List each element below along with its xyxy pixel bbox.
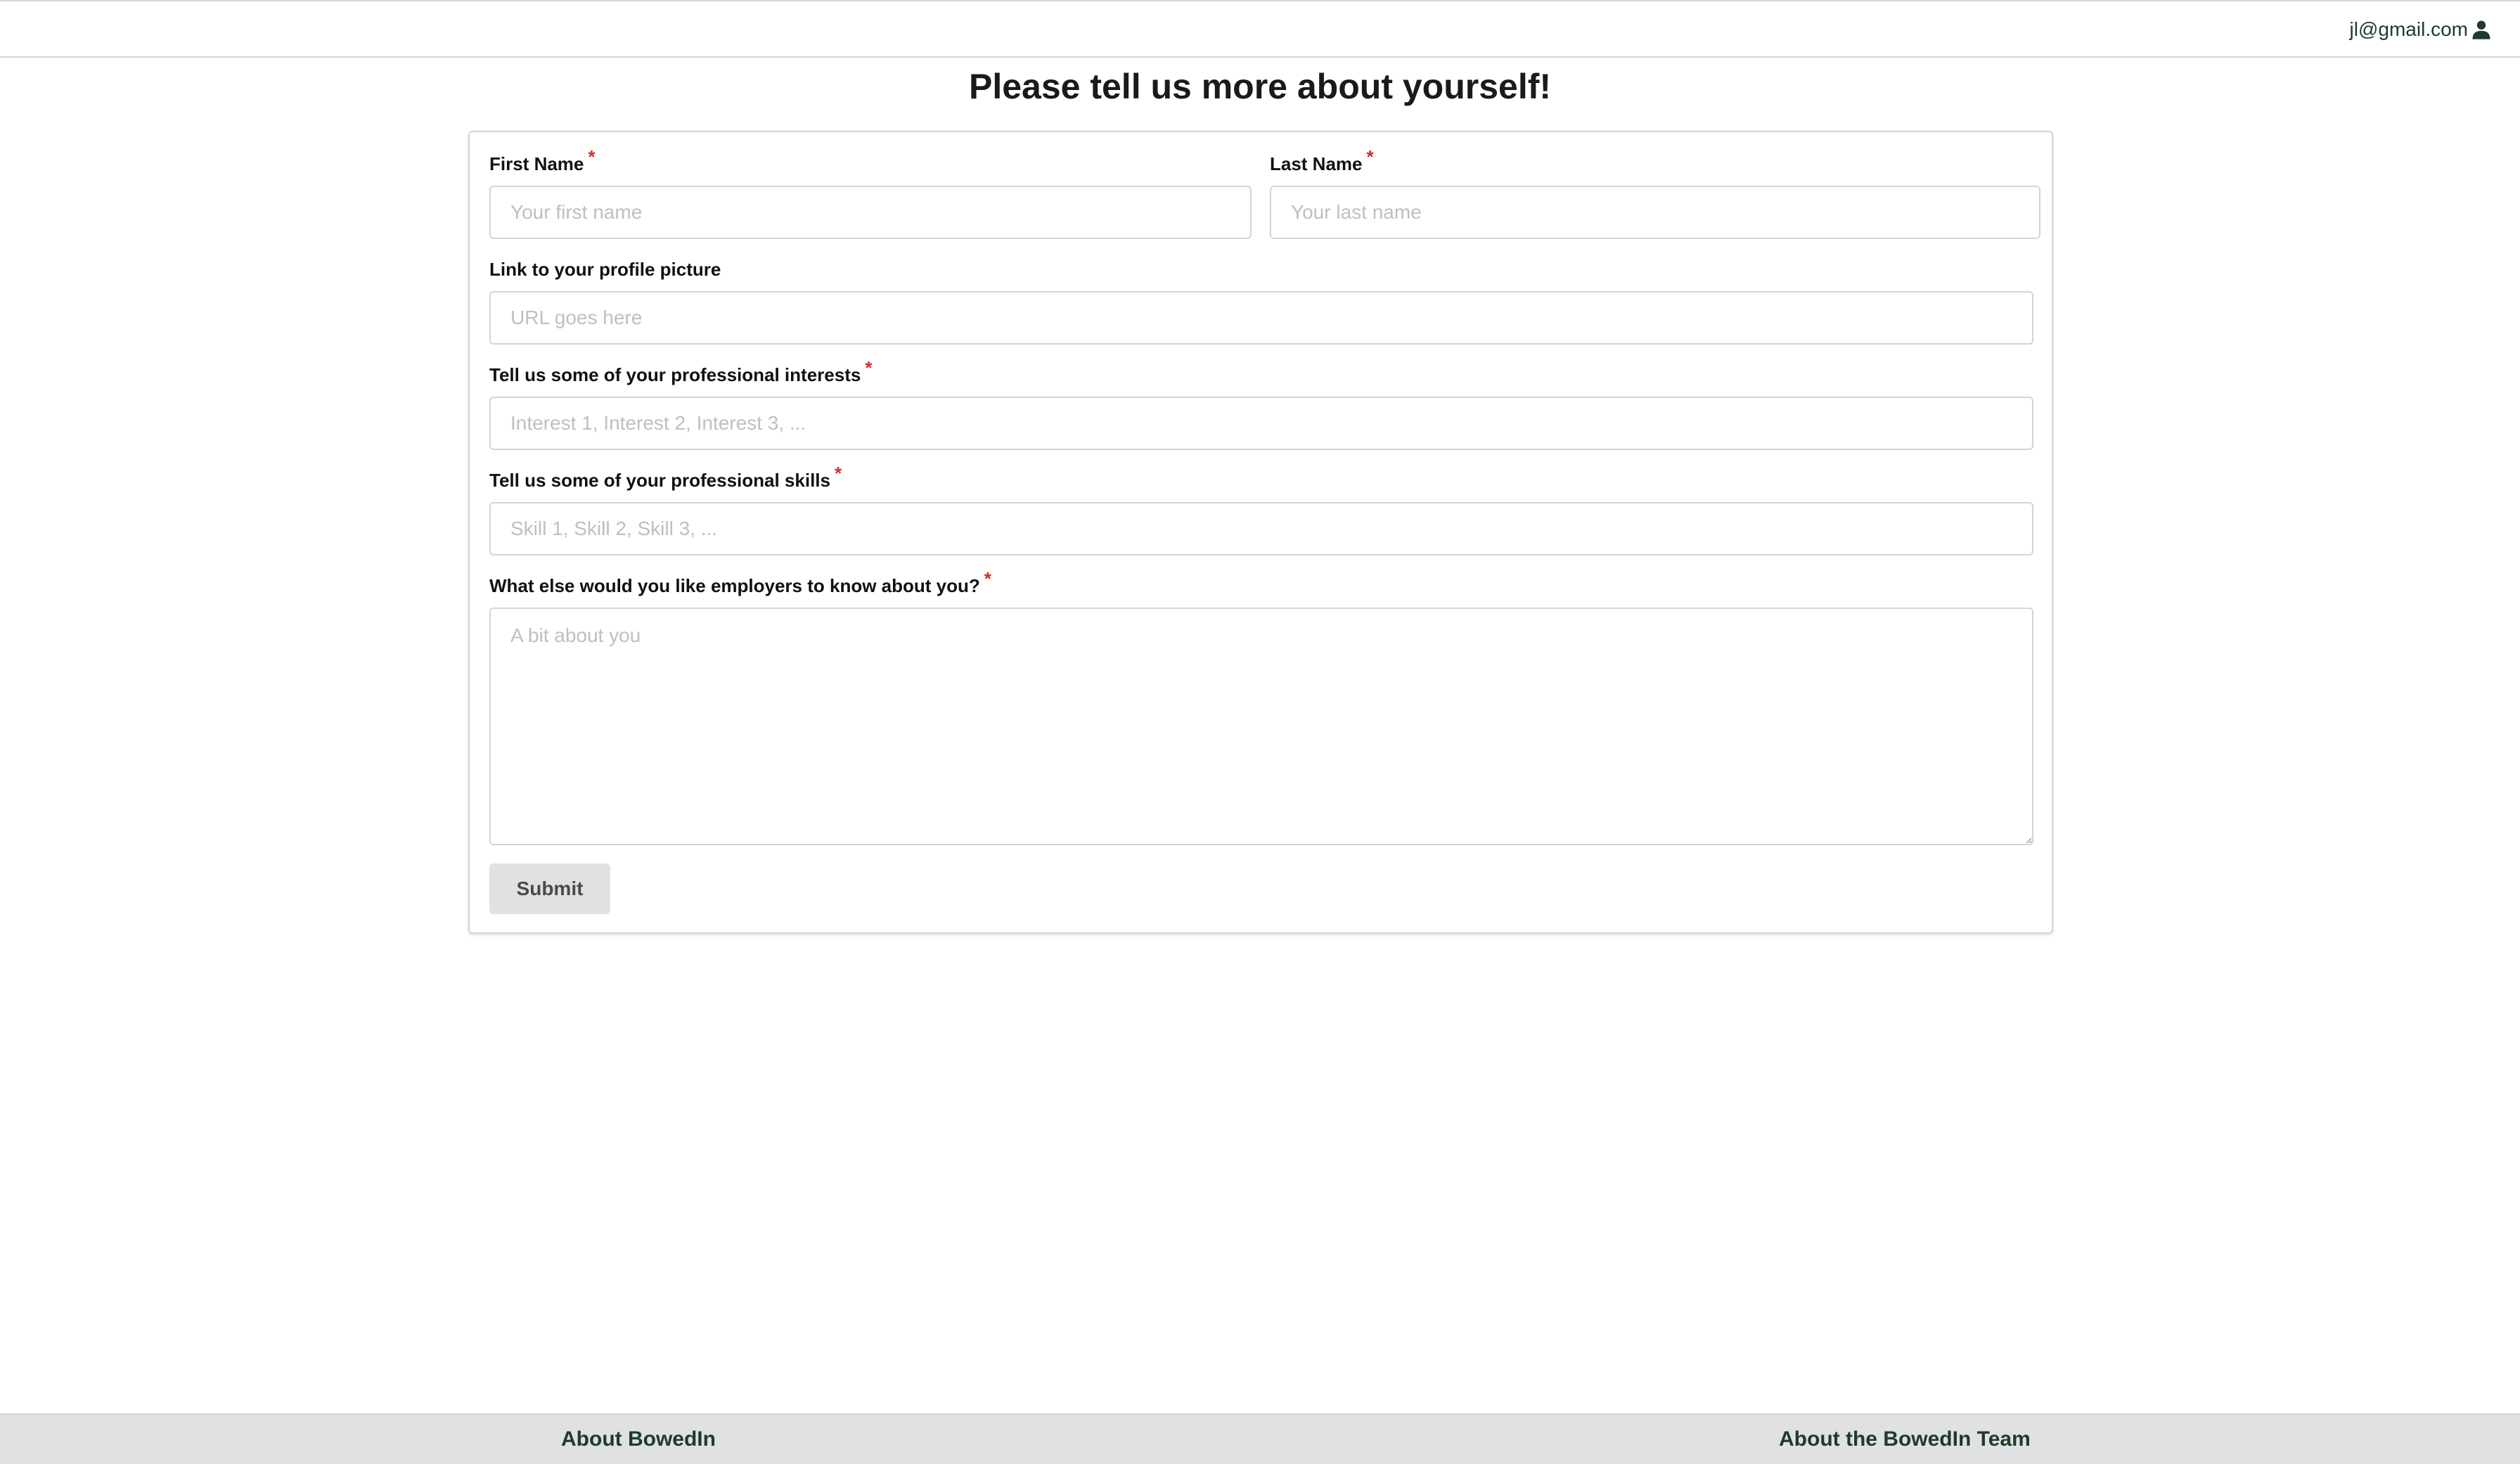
first-name-label-text: First Name	[489, 153, 584, 174]
skills-input[interactable]	[489, 502, 2033, 556]
required-marker: *	[984, 568, 991, 589]
picture-label: Link to your profile picture	[489, 259, 721, 281]
required-marker: *	[865, 357, 873, 378]
user-email[interactable]: jl@gmail.com	[2350, 18, 2468, 41]
first-name-label: First Name *	[489, 146, 596, 175]
profile-form: First Name* Last Name* Link to your prof…	[468, 131, 2053, 934]
interests-label: Tell us some of your professional intere…	[489, 357, 872, 386]
bio-label: What else would you like employers to kn…	[489, 568, 991, 597]
about-bowedin-link[interactable]: About BowedIn	[561, 1427, 716, 1451]
user-menu[interactable]: jl@gmail.com	[2350, 14, 2492, 45]
interests-input[interactable]	[489, 397, 2033, 450]
bio-textarea[interactable]	[489, 608, 2033, 845]
user-icon[interactable]	[2471, 19, 2492, 40]
last-name-input[interactable]	[1270, 186, 2040, 239]
about-team-link[interactable]: About the BowedIn Team	[1779, 1427, 2031, 1451]
interests-label-text: Tell us some of your professional intere…	[489, 364, 861, 385]
picture-url-input[interactable]	[489, 291, 2033, 345]
required-marker: *	[835, 463, 842, 484]
bio-label-text: What else would you like employers to kn…	[489, 575, 980, 596]
footer: About BowedIn About the BowedIn Team	[0, 1413, 2520, 1464]
top-navbar: jl@gmail.com	[0, 0, 2520, 58]
required-marker: *	[1366, 146, 1374, 167]
last-name-label: Last Name *	[1270, 146, 1374, 175]
required-marker: *	[588, 146, 596, 167]
submit-button[interactable]: Submit	[489, 863, 610, 914]
skills-label-text: Tell us some of your professional skills	[489, 470, 830, 491]
last-name-label-text: Last Name	[1270, 153, 1363, 174]
page-title: Please tell us more about yourself!	[968, 67, 1552, 106]
picture-label-text: Link to your profile picture	[489, 259, 721, 280]
skills-label: Tell us some of your professional skills…	[489, 463, 842, 492]
first-name-input[interactable]	[489, 186, 1252, 239]
